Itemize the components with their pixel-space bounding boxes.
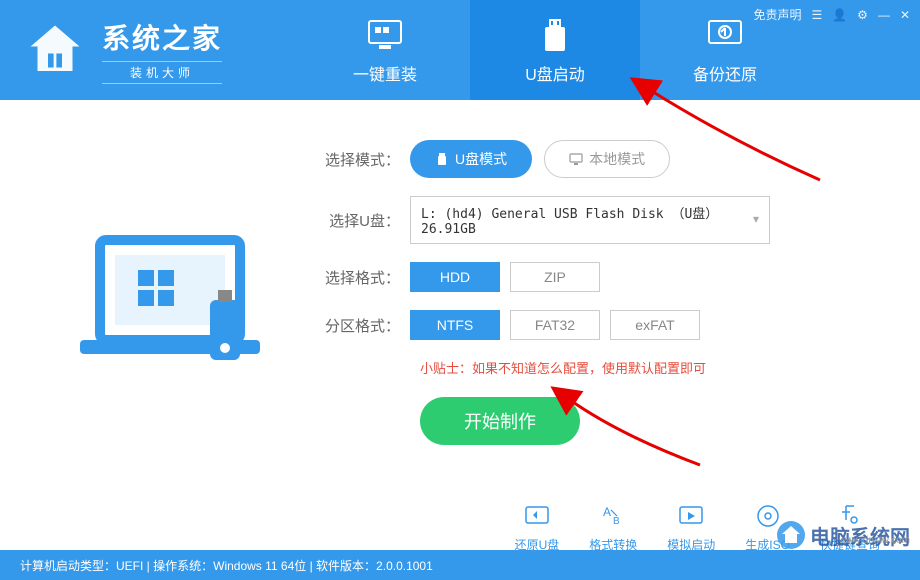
- usb-select-row: 选择U盘： L: (hd4) General USB Flash Disk （U…: [320, 196, 860, 244]
- window-controls: 免责声明 ☰ 👤 ⚙ — ✕: [753, 6, 910, 23]
- laptop-usb-illustration: [70, 220, 270, 400]
- tab-label: U盘启动: [525, 61, 585, 85]
- logo-subtitle: 装机大师: [102, 61, 222, 84]
- usb-select-value: L: (hd4) General USB Flash Disk （U盘）26.9…: [421, 207, 718, 237]
- monitor-icon: [365, 15, 405, 55]
- user-icon[interactable]: 👤: [832, 8, 847, 22]
- restore-icon: [705, 15, 745, 55]
- minimize-icon[interactable]: —: [878, 8, 890, 22]
- convert-icon: AB: [599, 502, 627, 530]
- restore-usb-icon: [523, 502, 551, 530]
- tool-simulate-boot[interactable]: 模拟启动: [667, 500, 715, 553]
- svg-text:A: A: [603, 505, 611, 519]
- partition-exfat-button[interactable]: exFAT: [610, 310, 700, 340]
- chevron-down-icon: ▼: [753, 215, 759, 226]
- form-area: 选择模式： U盘模式 本地模式 选择U盘： L: (hd4) General U…: [320, 140, 860, 480]
- settings-icon[interactable]: ⚙: [857, 8, 868, 22]
- monitor-small-icon: [569, 152, 583, 166]
- main-content: 选择模式： U盘模式 本地模式 选择U盘： L: (hd4) General U…: [0, 100, 920, 500]
- mode-row: 选择模式： U盘模式 本地模式: [320, 140, 860, 178]
- usb-select[interactable]: L: (hd4) General USB Flash Disk （U盘）26.9…: [410, 196, 770, 244]
- logo-house-icon: [20, 15, 90, 85]
- simulate-icon: [677, 502, 705, 530]
- close-icon[interactable]: ✕: [900, 8, 910, 22]
- partition-fat32-button[interactable]: FAT32: [510, 310, 600, 340]
- format-hdd-button[interactable]: HDD: [410, 262, 500, 292]
- tab-label: 一键重装: [353, 61, 417, 85]
- partition-ntfs-button[interactable]: NTFS: [410, 310, 500, 340]
- tool-format-convert[interactable]: AB 格式转换: [589, 500, 637, 553]
- usb-small-icon: [435, 152, 449, 166]
- format-label: 选择格式：: [320, 267, 410, 288]
- header: 系统之家 装机大师 一键重装 U盘启动 备份还原 免责声明 ☰ 👤 ⚙ — ✕: [0, 0, 920, 100]
- tip-text: 小贴士：如果不知道怎么配置，使用默认配置即可: [420, 358, 860, 377]
- logo-area: 系统之家 装机大师: [0, 15, 300, 85]
- usb-mode-label: U盘模式: [455, 149, 507, 169]
- start-button[interactable]: 开始制作: [420, 397, 580, 445]
- status-bar: 计算机启动类型：UEFI | 操作系统：Windows 11 64位 | 软件版…: [0, 550, 920, 580]
- local-mode-button[interactable]: 本地模式: [544, 140, 670, 178]
- format-row: 选择格式： HDD ZIP: [320, 262, 860, 292]
- menu-icon[interactable]: ☰: [811, 8, 822, 22]
- local-mode-label: 本地模式: [589, 149, 645, 169]
- illustration: [60, 140, 280, 480]
- mode-label: 选择模式：: [320, 149, 410, 170]
- tab-usb-boot[interactable]: U盘启动: [470, 0, 640, 100]
- partition-label: 分区格式：: [320, 315, 410, 336]
- tool-restore-usb[interactable]: 还原U盘: [515, 500, 560, 553]
- usb-mode-button[interactable]: U盘模式: [410, 140, 532, 178]
- svg-text:B: B: [613, 516, 620, 527]
- usb-drive-icon: [535, 15, 575, 55]
- tab-reinstall[interactable]: 一键重装: [300, 0, 470, 100]
- usb-select-label: 选择U盘：: [320, 210, 410, 231]
- format-zip-button[interactable]: ZIP: [510, 262, 600, 292]
- tab-label: 备份还原: [693, 61, 757, 85]
- logo-text: 系统之家 装机大师: [102, 17, 222, 84]
- partition-row: 分区格式： NTFS FAT32 exFAT: [320, 310, 860, 340]
- disclaimer-link[interactable]: 免责声明: [753, 6, 801, 23]
- watermark-url: www.dnxtw.com: [839, 535, 910, 546]
- watermark-icon: [776, 520, 806, 550]
- logo-title: 系统之家: [102, 17, 222, 57]
